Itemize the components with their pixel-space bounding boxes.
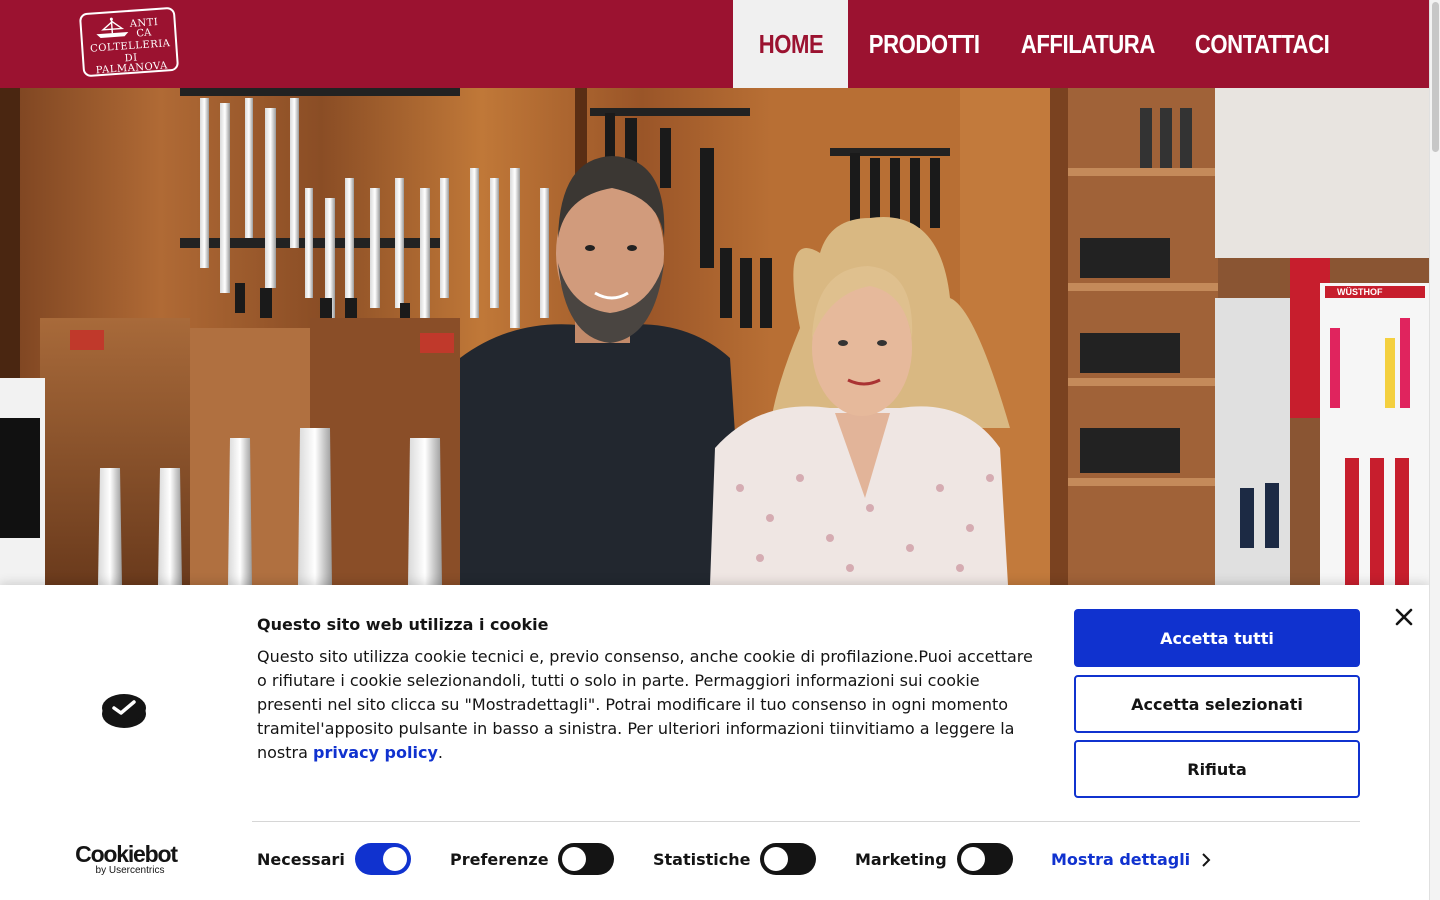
logo-text-2: CA: [136, 27, 152, 40]
accept-selected-button[interactable]: Accetta selezionati: [1074, 675, 1360, 733]
site-logo[interactable]: ANTI CA COLTELLERIA DI PALMANOVA: [78, 6, 180, 78]
accept-all-button[interactable]: Accetta tutti: [1074, 609, 1360, 667]
hero-photo: WÜSTHOF: [0, 88, 1430, 585]
toggle-knob: [562, 847, 586, 871]
toggle-statistiche[interactable]: [760, 843, 816, 875]
cookie-text-end: .: [437, 743, 443, 762]
ship-icon: [96, 17, 129, 38]
nav-affilatura-label: AFFILATURA: [1020, 28, 1156, 59]
logo-text-4: DI PALMANOVA: [95, 52, 169, 77]
cookiebot-brand: Cookiebot by Usercentrics: [72, 843, 180, 877]
toggle-knob: [961, 847, 985, 871]
divider: [252, 821, 1360, 822]
toggle-necessari[interactable]: [355, 843, 411, 875]
toggle-marketing[interactable]: [957, 843, 1013, 875]
toggle-preferenze[interactable]: [558, 843, 614, 875]
toggle-knob: [764, 847, 788, 871]
nav-prodotti-label: PRODOTTI: [868, 28, 980, 59]
cookie-banner: Questo sito web utilizza i cookie Questo…: [0, 585, 1430, 900]
toggle-label-marketing: Marketing: [855, 850, 947, 869]
scrollbar[interactable]: [1429, 0, 1440, 900]
toggle-knob: [383, 847, 407, 871]
cookie-title: Questo sito web utilizza i cookie: [257, 615, 549, 634]
cookiebot-icon: [102, 694, 146, 728]
privacy-policy-link[interactable]: privacy policy: [313, 743, 438, 762]
nav-prodotti[interactable]: PRODOTTI: [860, 0, 988, 88]
close-icon[interactable]: [1392, 605, 1416, 629]
nav-home[interactable]: HOME: [733, 0, 848, 88]
scrollbar-thumb[interactable]: [1432, 2, 1439, 152]
reject-button[interactable]: Rifiuta: [1074, 740, 1360, 798]
chevron-right-icon: [1202, 853, 1211, 867]
nav-home-label: HOME: [758, 28, 823, 59]
show-details-label: Mostra dettagli: [1051, 850, 1191, 869]
show-details-link[interactable]: Mostra dettagli: [1051, 850, 1211, 869]
toggle-label-necessari: Necessari: [257, 850, 345, 869]
cookie-description: Questo sito utilizza cookie tecnici e, p…: [257, 645, 1037, 765]
toggle-label-statistiche: Statistiche: [653, 850, 751, 869]
shop-owners-photo: WÜSTHOF: [0, 88, 1430, 585]
nav-contattaci[interactable]: CONTATTACI: [1186, 0, 1338, 88]
cookiebot-wordmark: Cookiebot: [75, 841, 178, 867]
wusthof-sign: WÜSTHOF: [1337, 287, 1383, 297]
toggle-label-preferenze: Preferenze: [450, 850, 549, 869]
nav-contattaci-label: CONTATTACI: [1194, 28, 1330, 59]
site-header: ANTI CA COLTELLERIA DI PALMANOVA HOME PR…: [0, 0, 1430, 88]
nav-affilatura[interactable]: AFFILATURA: [1012, 0, 1164, 88]
